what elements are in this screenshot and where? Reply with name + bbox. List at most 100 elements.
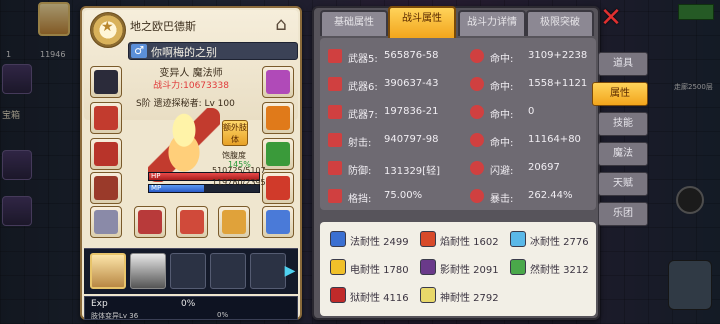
stat-value: 197836-21 [384, 106, 439, 117]
character-nickname: 你啊梅的之别 [151, 46, 217, 59]
stat-row: 格挡: 75.00% 暴击: 262.44% [320, 186, 596, 206]
stat-label: 射击: [348, 138, 372, 149]
pet-slot-4[interactable] [210, 253, 246, 289]
pet-row: ▶ [84, 248, 298, 294]
stat-value: 20697 [528, 162, 560, 173]
pet-slot-2[interactable] [130, 253, 166, 289]
resistance-label: 电耐性 1780 [350, 265, 409, 276]
stat-label: 闪避: [490, 166, 514, 177]
equip-slot-armor[interactable] [90, 138, 122, 170]
male-icon: ♂ [131, 44, 147, 58]
stat-icon [328, 49, 342, 63]
tab-basic-attributes[interactable]: 基础属性 [320, 10, 388, 36]
hero-sprite [148, 108, 220, 182]
side-menu-item[interactable]: 魔法 [598, 142, 648, 166]
target-icon [470, 161, 484, 175]
equip-slot-pumpkin[interactable] [262, 102, 294, 134]
resistance-label: 冰耐性 2776 [530, 237, 589, 248]
resistance-label: 神耐性 2792 [440, 293, 499, 304]
stats-panel: 基础属性 战斗属性 战斗力详情 极限突破 武器5: 565876-58 命中: … [312, 6, 600, 320]
pet-slot-1[interactable] [90, 253, 126, 289]
side-menu-item[interactable]: 天赋 [598, 172, 648, 196]
target-icon [470, 133, 484, 147]
stat-value: 940797-98 [384, 134, 439, 145]
stat-label: 命中: [490, 110, 514, 121]
hanger-icon[interactable]: ⌂ [268, 14, 294, 36]
resistance-label: 法耐性 2499 [350, 237, 409, 248]
target-icon [470, 77, 484, 91]
exp-percent: 0% [181, 299, 196, 309]
stat-label: 命中: [490, 82, 514, 93]
side-menu-item[interactable]: 道具 [598, 52, 648, 76]
target-icon [470, 49, 484, 63]
mp-value: 119780/2395 [212, 178, 266, 187]
resistance-icon [330, 231, 346, 247]
extra-limb-button[interactable]: 额外肢体 [222, 120, 248, 146]
side-menu-item[interactable]: 技能 [598, 112, 648, 136]
guild-emblem-icon: ★ [90, 12, 126, 48]
stat-value: 75.00% [384, 190, 423, 201]
stat-label: 命中: [490, 138, 514, 149]
hp-value: 510725/5107 [212, 166, 266, 175]
stat-row: 射击: 940797-98 命中: 11164+80 [320, 130, 596, 150]
close-icon[interactable]: ✕ [598, 5, 624, 32]
side-menu-item[interactable]: 乐团 [598, 202, 648, 226]
stat-icon [328, 189, 342, 203]
equip-slot-amulet[interactable] [90, 102, 122, 134]
tab-power-details[interactable]: 战斗力详情 [458, 10, 526, 36]
equip-slot-helmet[interactable] [90, 66, 122, 98]
stat-label: 武器6: [348, 82, 378, 93]
pet-slot-3[interactable] [170, 253, 206, 289]
hp-tag: HP [151, 172, 161, 180]
equip-slot-weapon-2[interactable] [176, 206, 208, 238]
equip-slot-ring[interactable] [262, 138, 294, 170]
stat-row: 武器5: 565876-58 命中: 3109+2238 [320, 46, 596, 66]
equip-slot-accessory[interactable] [262, 66, 294, 98]
stat-label: 命中: [490, 54, 514, 65]
stat-value: 11164+80 [528, 134, 581, 145]
equip-slot-bracelet[interactable] [262, 206, 294, 238]
mp-tag: MP [151, 184, 162, 192]
resistance-list: 法耐性 2499 焰耐性 1602 冰耐性 2776 电耐性 1780 影耐性 … [320, 222, 596, 316]
stat-value: 565876-58 [384, 50, 439, 61]
resistance-label: 狱耐性 4116 [350, 293, 409, 304]
resistance-icon [330, 287, 346, 303]
resistance-icon [510, 259, 526, 275]
equip-slot-weapon-1[interactable] [134, 206, 166, 238]
stat-row: 武器7: 197836-21 命中: 0 [320, 102, 596, 122]
stat-value: 131329[轻] [384, 166, 440, 177]
resistance-icon [330, 259, 346, 275]
stat-label: 武器7: [348, 110, 378, 121]
nickname-bar: ♂ 你啊梅的之别 [128, 42, 298, 60]
equip-slot-weapon-3[interactable] [218, 206, 250, 238]
stat-icon [328, 105, 342, 119]
resistance-label: 影耐性 2091 [440, 265, 499, 276]
equip-slot-boots[interactable] [90, 206, 122, 238]
character-panel: ★ 地之欧巴德斯 ⌂ ♂ 你啊梅的之别 变异人 魔法师 战斗力:10673338… [80, 6, 302, 320]
resistance-icon [420, 287, 436, 303]
equip-slot-belt[interactable] [262, 172, 294, 204]
stat-row: 武器6: 390637-43 命中: 1558+1121 [320, 74, 596, 94]
resistance-icon [510, 231, 526, 247]
stats-tabs: 基础属性 战斗属性 战斗力详情 极限突破 [314, 6, 614, 38]
exp-label: Exp [91, 299, 108, 309]
stat-icon [328, 161, 342, 175]
equip-slot-gloves[interactable] [90, 172, 122, 204]
stat-icon [328, 133, 342, 147]
stat-value: 3109+2238 [528, 50, 588, 61]
side-menu-item[interactable]: 属性 [592, 82, 648, 106]
chevron-right-icon[interactable]: ▶ [284, 261, 296, 281]
stat-label: 防御: [348, 166, 372, 177]
combat-stats-list: 武器5: 565876-58 命中: 3109+2238 武器6: 390637… [320, 38, 596, 210]
stat-label: 格挡: [348, 194, 372, 205]
resistance-icon [420, 259, 436, 275]
stat-value: 0 [528, 106, 535, 117]
tab-limit-break[interactable]: 极限突破 [526, 10, 594, 36]
exp-bar: Exp 0% 肢体变异Lv 36 0% [84, 296, 298, 320]
resistance-label: 焰耐性 1602 [440, 237, 499, 248]
limb-mutation-percent: 0% [217, 311, 229, 319]
stat-label: 暴击: [490, 194, 514, 205]
tab-combat-attributes[interactable]: 战斗属性 [388, 6, 456, 38]
pet-slot-5[interactable] [250, 253, 286, 289]
stat-value: 262.44% [528, 190, 573, 201]
